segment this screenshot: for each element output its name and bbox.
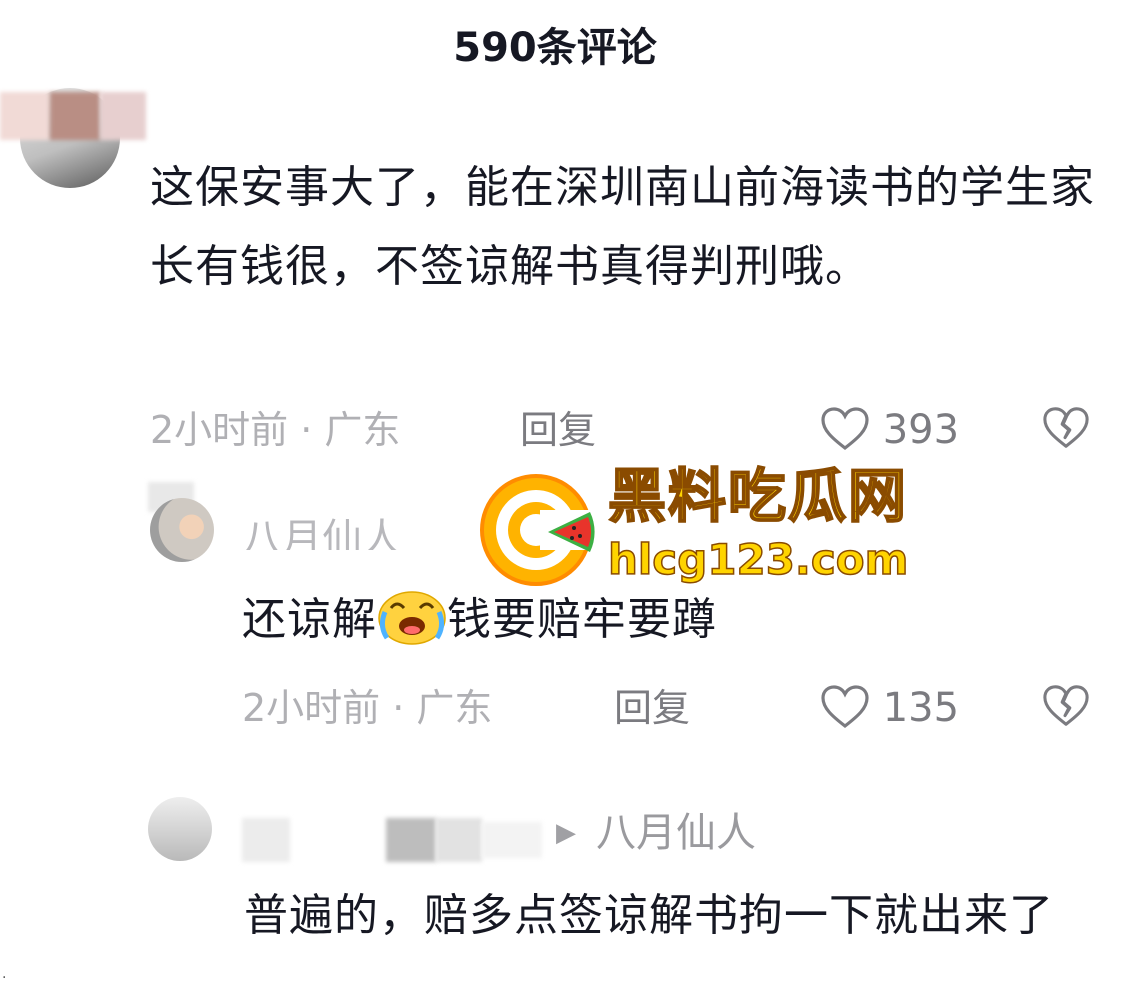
watermark-logo-icon [480,474,598,586]
blurred-username [436,818,482,862]
like-button[interactable]: 393 [820,404,959,456]
broken-heart-icon [1043,407,1089,448]
blurred-username [386,818,436,862]
heart-icon [820,685,883,731]
blurred-username [100,92,146,140]
dislike-button[interactable] [1042,406,1090,454]
watermark-url: hlcg123.com [607,534,909,585]
blurred-username [242,818,290,862]
reply-button[interactable]: 回复 [614,682,690,734]
site-watermark: 黑料吃瓜网 hlcg123.com [478,461,918,592]
like-count: 393 [882,407,960,453]
reply-text-part: 钱要赔牢要蹲 [447,594,717,645]
reply-to-arrow-icon: ▶ [556,818,576,848]
watermark-title: 黑料吃瓜网 [607,461,909,531]
reply-timestamp: 2小时前 · 广东 [242,686,493,730]
reply-author-name[interactable]: 八月仙人 [242,514,402,550]
blurred-username [50,92,100,140]
comment-timestamp: 2小时前 · 广东 [150,408,401,452]
blurred-username [0,92,50,140]
like-count: 135 [882,685,960,731]
reply-to-name[interactable]: 八月仙人 [596,808,756,858]
blurred-username [482,822,542,858]
reply-text-part: 还谅解 [242,594,377,645]
reply-text: 普遍的，赔多点签谅解书拘一下就出来了 [244,890,1054,941]
comment-text: 这保安事大了，能在深圳南山前海读书的学生家长有钱很，不签谅解书真得判刑哦。 [150,162,1095,292]
laugh-cry-emoji-icon [377,586,447,646]
heart-icon [820,407,883,453]
comment-count-title: 590条评论 [453,25,657,71]
dislike-button[interactable] [1042,684,1090,732]
avatar[interactable] [148,797,212,861]
edge-artifact: . [2,966,7,982]
like-button[interactable]: 135 [820,682,959,734]
broken-heart-icon [1043,685,1089,726]
avatar[interactable] [150,498,214,562]
reply-button[interactable]: 回复 [520,404,596,456]
